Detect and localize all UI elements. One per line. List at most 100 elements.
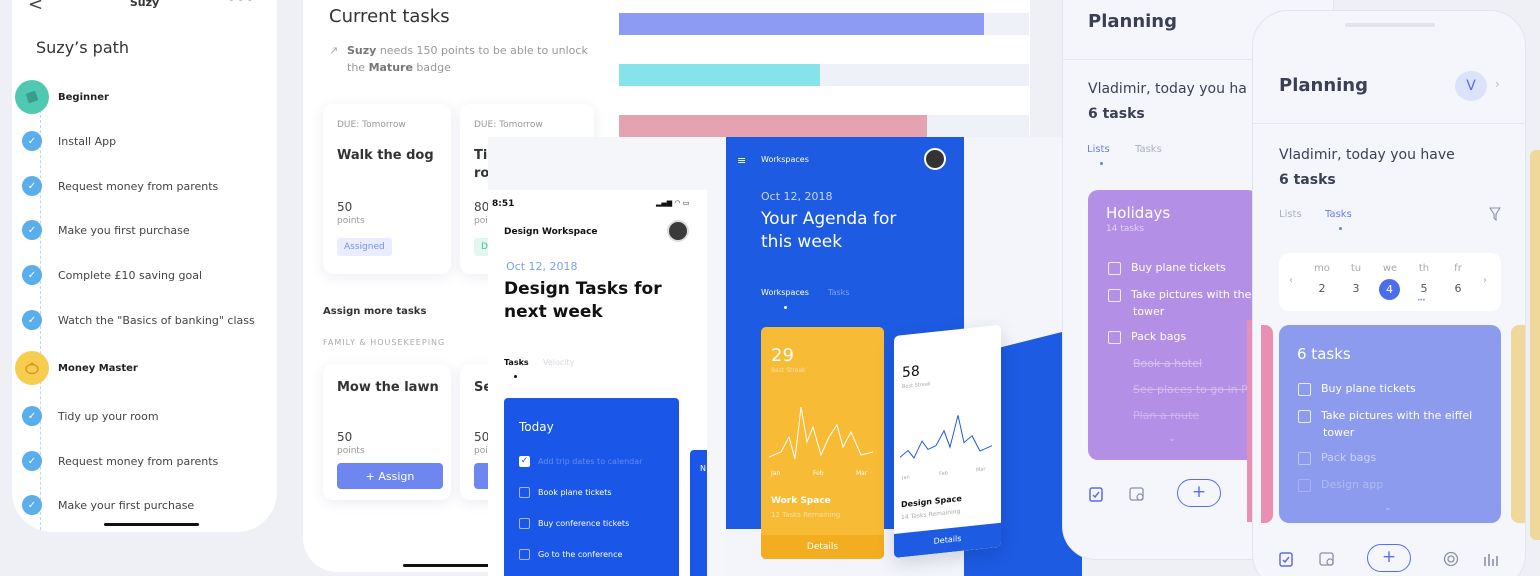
home-indicator	[403, 564, 498, 567]
step-item[interactable]: ✓ Tidy up your room	[22, 405, 159, 427]
step-item[interactable]: ✓ Request money from parents	[22, 175, 218, 197]
chevron-down-icon[interactable]: ⌄	[1168, 434, 1176, 444]
next-card: N	[690, 450, 707, 576]
task-card[interactable]: DUE: Tomorrow Walk the dog 50 points Ass…	[323, 104, 451, 274]
tab-indicator	[1339, 227, 1342, 230]
checkbox-icon[interactable]	[1108, 261, 1121, 275]
day-number-selected[interactable]: 4	[1379, 279, 1400, 300]
filter-icon[interactable]	[1489, 207, 1501, 221]
chevron-right-icon[interactable]: ›	[1495, 77, 1500, 91]
streak-chart	[900, 415, 993, 459]
design-space-card[interactable]: 58 Best Streak Jan Feb Mar Design Space …	[894, 324, 1001, 558]
list-item[interactable]: Pack bags	[1108, 330, 1186, 344]
tab-tasks[interactable]: Tasks	[1325, 209, 1352, 220]
todo-item[interactable]: ✓ Add trip dates to calendar	[519, 456, 642, 467]
step-item[interactable]: ✓ Request money from parents	[22, 450, 218, 472]
assign-button[interactable]: + Assign	[337, 463, 443, 489]
checkbox-checked-icon[interactable]: ✓	[519, 456, 530, 467]
chevron-down-icon[interactable]: ⌄	[1384, 503, 1392, 513]
page-title: Current tasks	[329, 6, 450, 27]
page-title: Your Agenda for this week	[761, 209, 897, 252]
task-item[interactable]: Design app	[1298, 478, 1383, 492]
chevron-left-icon[interactable]: ‹	[1289, 275, 1293, 286]
more-icon[interactable]: •••	[227, 0, 255, 8]
target-icon[interactable]	[1443, 551, 1459, 567]
month-label: Jan	[771, 470, 781, 477]
tab-tasks[interactable]: Tasks	[1135, 144, 1162, 155]
chevron-right-icon[interactable]: ›	[1483, 275, 1487, 286]
tab-workspaces[interactable]: Workspaces	[761, 288, 809, 297]
day-number[interactable]: 3	[1347, 282, 1365, 295]
todo-item[interactable]: Buy conference tickets	[519, 518, 629, 529]
calendar-icon[interactable]	[1129, 486, 1145, 502]
step-item[interactable]: ✓ Complete £10 saving goal	[22, 264, 202, 286]
day-name: mo	[1314, 263, 1330, 274]
tab-velocity[interactable]: Velocity	[543, 358, 574, 367]
step-item[interactable]: ✓ Make your first purchase	[22, 494, 194, 516]
tab-lists[interactable]: Lists	[1279, 209, 1302, 220]
tab-tasks[interactable]: Tasks	[828, 288, 849, 297]
checkbox-icon[interactable]	[519, 487, 530, 498]
child-name: Suzy	[347, 44, 377, 57]
day-number[interactable]: 6	[1449, 282, 1467, 295]
item-label: Buy plane tickets	[1321, 382, 1416, 395]
stats-icon[interactable]	[1483, 551, 1499, 567]
tab-lists[interactable]: Lists	[1087, 144, 1110, 155]
item-label: Design app	[1321, 478, 1384, 491]
checkbox-icon[interactable]	[1298, 409, 1311, 423]
card-title: Work Space	[771, 496, 831, 506]
task-item[interactable]: Buy plane tickets	[1298, 382, 1416, 396]
work-space-card[interactable]: 29 Best Streak Jan Feb Mar Work Space 12…	[761, 327, 884, 559]
add-button[interactable]: +	[1177, 479, 1221, 507]
step-item[interactable]: ✓ Watch the "Basics of banking" class	[22, 309, 255, 331]
step-item[interactable]: ✓ Make you first purchase	[22, 219, 190, 241]
check-icon: ✓	[22, 220, 42, 240]
tasks-icon[interactable]	[1279, 551, 1293, 567]
avatar[interactable]: V	[1455, 71, 1487, 101]
edge-card-peek	[1530, 150, 1540, 540]
workspace-name: Design Workspace	[504, 227, 598, 237]
step-item[interactable]: ✓ Install App	[22, 130, 116, 152]
step-level-beginner[interactable]: Beginner	[15, 80, 109, 114]
item-label: Take pictures with the	[1131, 288, 1252, 301]
done-item[interactable]: Book a hotel	[1133, 357, 1202, 370]
step-label: Money Master	[58, 362, 138, 374]
available-task-card[interactable]: Mow the lawn 50 points + Assign	[323, 364, 451, 500]
task-item[interactable]: Pack bags	[1298, 451, 1376, 465]
requirement-suffix: badge	[412, 61, 451, 74]
done-item[interactable]: Plan a route	[1133, 409, 1199, 422]
list-item[interactable]: Take pictures with the	[1108, 288, 1251, 302]
calendar-icon[interactable]	[1319, 551, 1335, 567]
day-number[interactable]: 2	[1313, 282, 1331, 295]
avatar[interactable]	[667, 220, 689, 242]
tasks-icon[interactable]	[1089, 486, 1103, 502]
checkbox-icon[interactable]	[1298, 451, 1311, 465]
done-item[interactable]: See places to go in Pa	[1133, 383, 1254, 396]
checkbox-icon[interactable]	[1298, 382, 1311, 396]
streak-chart	[769, 406, 874, 460]
divider	[1253, 123, 1525, 124]
checkbox-icon[interactable]	[1108, 330, 1121, 344]
avatar[interactable]	[924, 148, 946, 170]
todo-item[interactable]: Book plane tickets	[519, 487, 612, 498]
piggy-bank-icon	[15, 351, 49, 385]
step-level-money-master[interactable]: Money Master	[15, 351, 138, 385]
checkbox-icon[interactable]	[1298, 478, 1311, 492]
due-label: DUE: Tomorrow	[337, 120, 406, 130]
badge-name: Mature	[368, 61, 413, 74]
checkbox-icon[interactable]	[519, 549, 530, 560]
add-button[interactable]: +	[1367, 544, 1411, 572]
tab-tasks[interactable]: Tasks	[504, 358, 529, 367]
checkbox-icon[interactable]	[519, 518, 530, 529]
todo-item[interactable]: Go to the conference	[519, 549, 622, 560]
menu-icon[interactable]: ≡	[737, 154, 746, 167]
check-icon: ✓	[22, 495, 42, 515]
list-item[interactable]: Buy plane tickets	[1108, 261, 1226, 275]
task-points: 50	[474, 430, 490, 444]
details-button[interactable]: Details	[761, 535, 884, 559]
checkbox-icon[interactable]	[1108, 288, 1121, 302]
task-item[interactable]: Take pictures with the eiffel	[1298, 409, 1472, 423]
planning-tasks-screen: Planning V › Vladimir, today you have 6 …	[1252, 10, 1526, 576]
day-number[interactable]: 5	[1415, 282, 1433, 295]
list-card-holidays[interactable]: Holidays 14 tasks Buy plane tickets Take…	[1088, 190, 1258, 460]
